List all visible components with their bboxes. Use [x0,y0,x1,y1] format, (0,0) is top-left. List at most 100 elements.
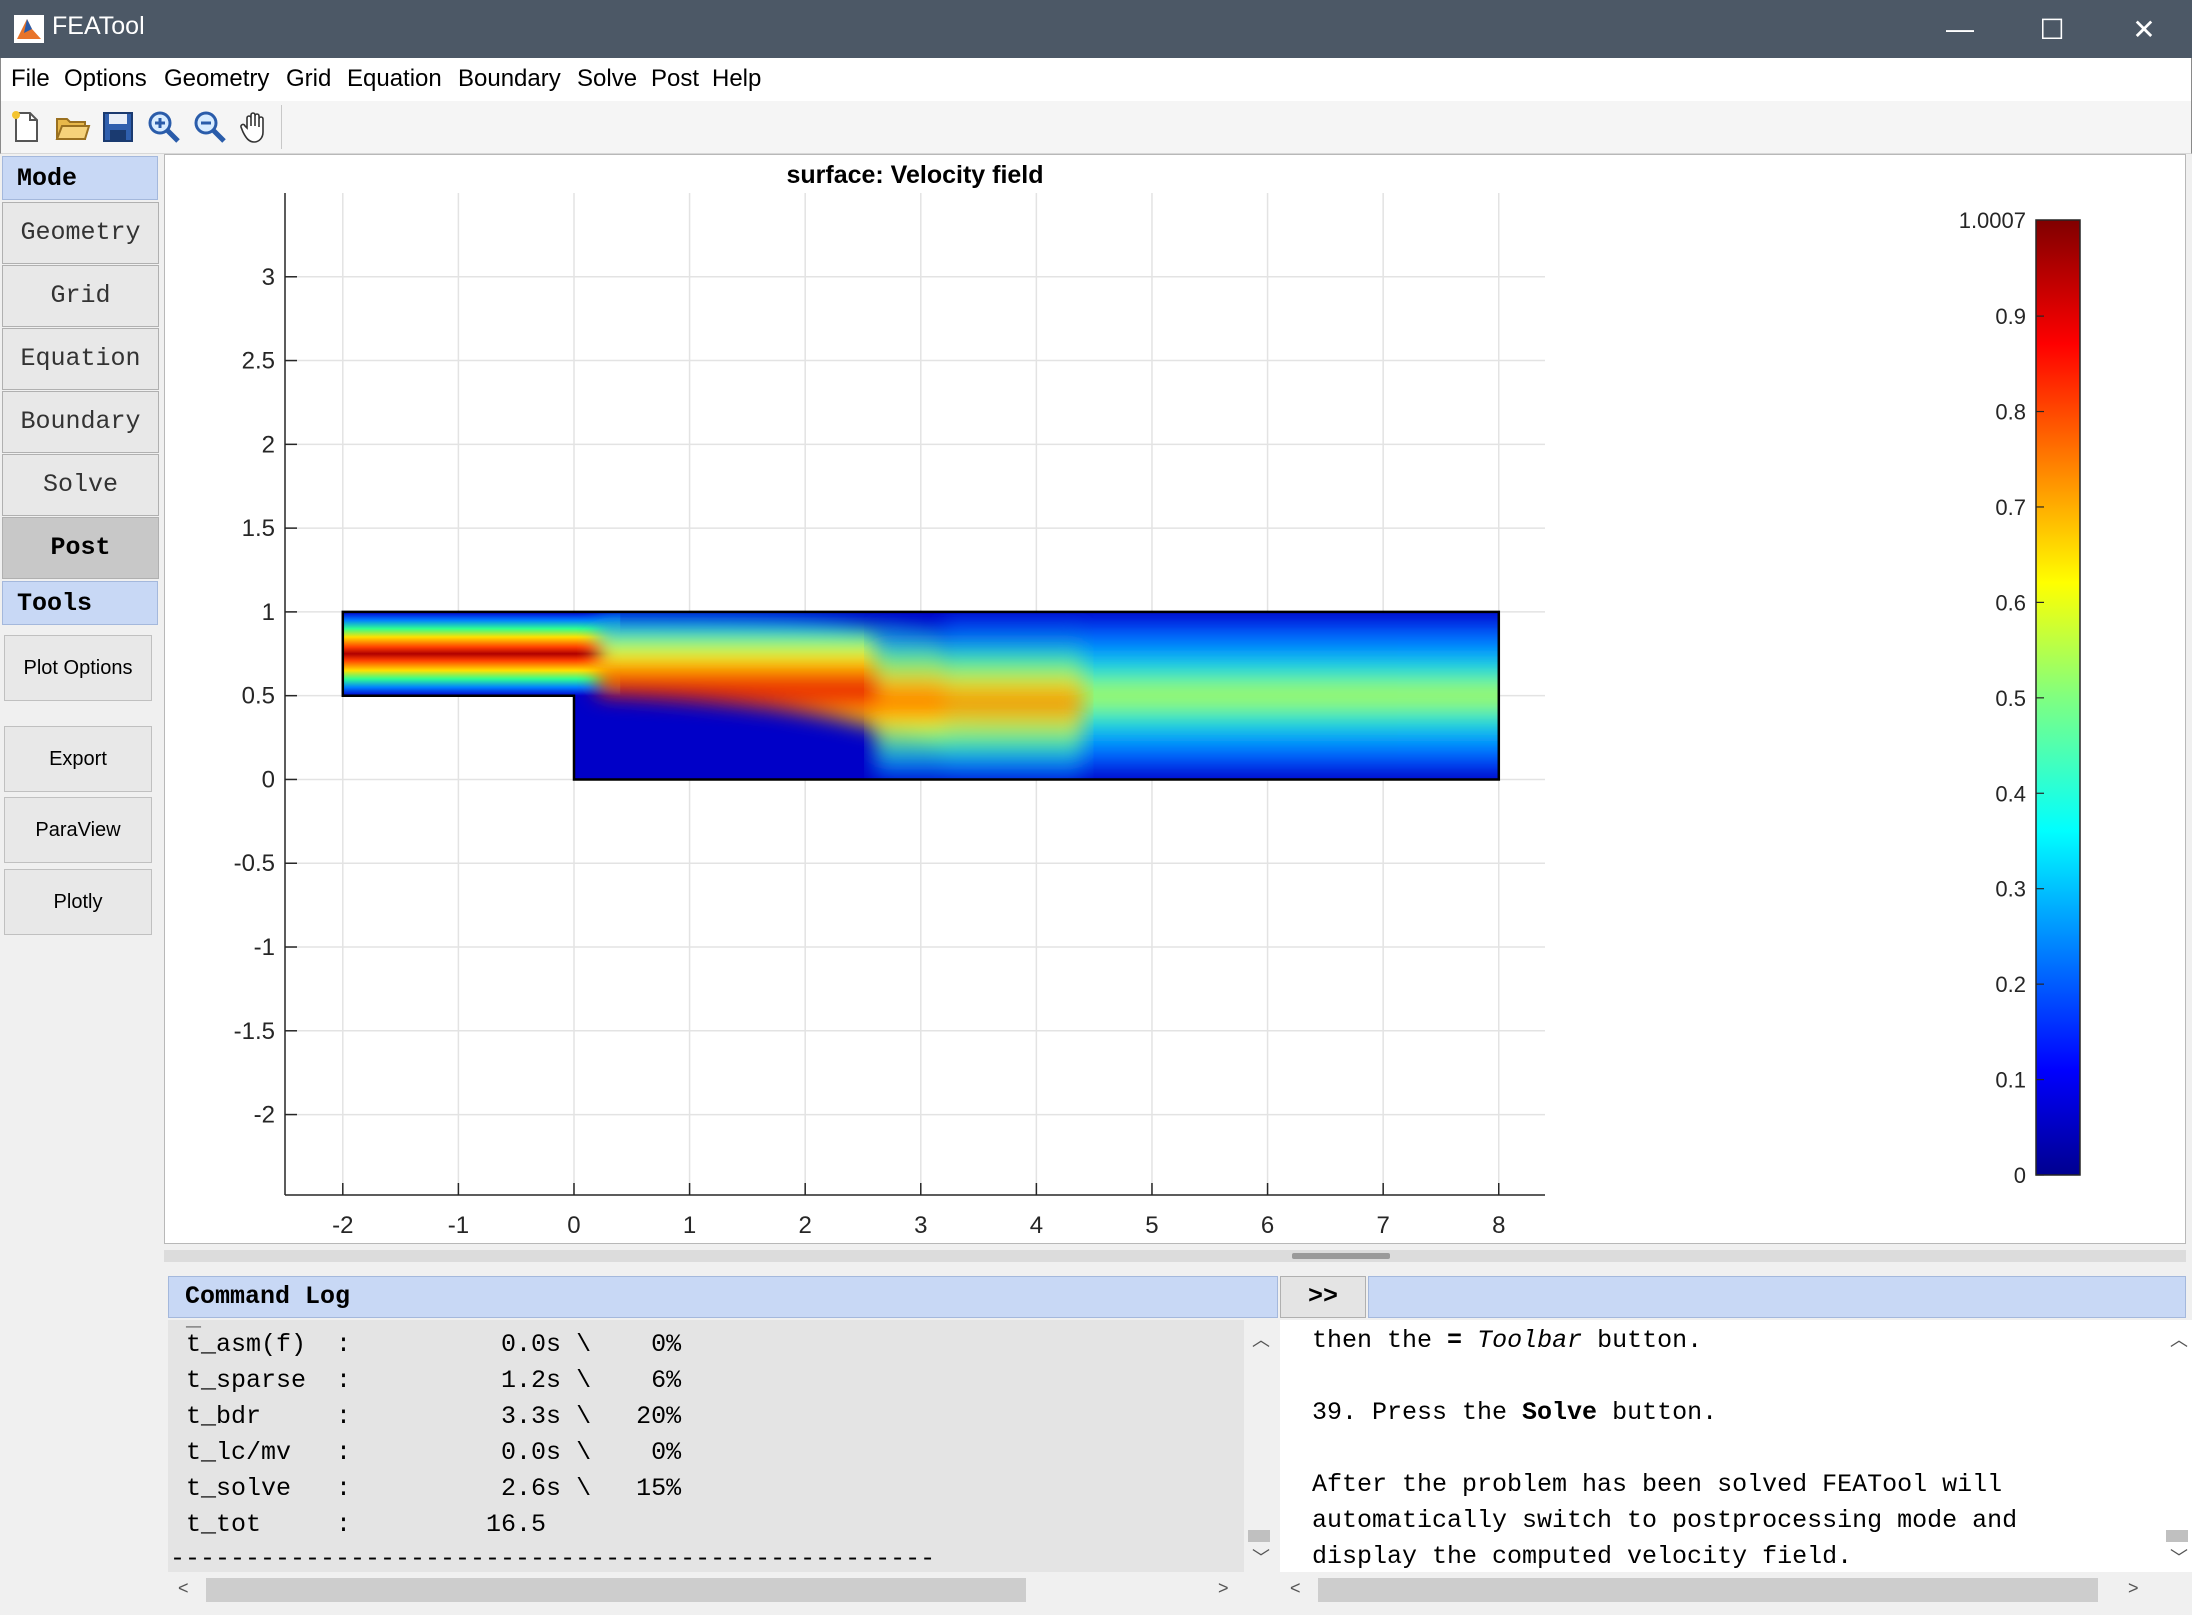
plotly-button[interactable]: Plotly [4,869,152,935]
save-icon[interactable] [99,108,137,146]
title-bar: FEATool — ☐ ✕ [0,0,2192,58]
y-tick-label: 2 [262,431,275,458]
mode-geometry-button[interactable]: Geometry [2,202,159,264]
export-button[interactable]: Export [4,726,152,792]
colorbar: 1.0007 0.9 0.8 0.7 0.6 0.5 0.4 0.3 0.2 0.1 0 [1959,208,2081,1188]
y-tick-label: 2.5 [242,348,275,375]
field-inlet-jet [342,611,621,696]
field-transition [874,621,1083,780]
featool-logo-icon [14,15,44,43]
minimize-button[interactable]: — [1914,0,2006,58]
help-horizontal-scrollbar[interactable]: < > [1280,1574,2186,1606]
window-title: FEATool [52,12,145,40]
y-tick-label: 1 [262,599,275,626]
log-line: t_asm(f) : 0.0s \ 0% [186,1330,682,1359]
x-tick-label: 7 [1376,1212,1389,1239]
scroll-thumb[interactable] [1318,1578,2098,1602]
x-tick-label: 5 [1145,1212,1158,1239]
colorbar-tick-label: 0.2 [1995,972,2026,997]
colorbar-tick-label: 0.9 [1995,304,2026,329]
log-vertical-scrollbar[interactable]: ︿ ﹀ [1244,1320,1274,1572]
maximize-button[interactable]: ☐ [2006,0,2098,58]
panel-splitter[interactable] [164,1250,2186,1262]
x-tick-label: 6 [1261,1212,1274,1239]
x-tick-label: 3 [914,1212,927,1239]
y-tick-label: 0.5 [242,683,275,710]
mode-post-button[interactable]: Post [2,517,159,579]
pan-hand-icon[interactable] [237,108,275,146]
paraview-button[interactable]: ParaView [4,797,152,863]
velocity-field-surface [342,611,1499,780]
mode-grid-button[interactable]: Grid [2,265,159,327]
scroll-thumb[interactable] [1248,1530,1270,1542]
menu-bar: File Options Geometry Grid Equation Boun… [0,58,2192,101]
y-tick-label: -0.5 [234,850,275,877]
x-tick-label: 4 [1030,1212,1043,1239]
zoom-in-icon[interactable] [145,108,183,146]
toolbar-separator [281,105,282,149]
help-line: automatically switch to postprocessing m… [1312,1506,2018,1535]
open-folder-icon[interactable] [53,108,91,146]
mode-header: Mode [2,156,158,200]
menu-solve[interactable]: Solve [577,65,637,93]
mode-equation-button[interactable]: Equation [2,328,159,390]
scroll-up-icon[interactable]: ︿ [1252,1326,1270,1352]
scroll-down-icon[interactable]: ﹀ [1252,1544,1270,1570]
scroll-thumb[interactable] [206,1578,1026,1602]
x-tick-label: 8 [1492,1212,1505,1239]
y-tick-label: 1.5 [242,515,275,542]
menu-grid[interactable]: Grid [286,65,331,93]
scroll-down-icon[interactable]: ﹀ [2170,1544,2188,1570]
mode-solve-button[interactable]: Solve [2,454,159,516]
x-tick-label: -1 [448,1212,469,1239]
log-separator: ----------------------------------------… [170,1544,936,1572]
colorbar-tick-label: 0 [2014,1163,2026,1188]
log-line: t_sparse : 1.2s \ 6% [186,1366,682,1395]
colorbar-tick-label: 0.1 [1995,1068,2026,1093]
help-text-panel[interactable]: then the = Toolbar button. 39. Press the… [1280,1320,2162,1572]
plot-options-button[interactable]: Plot Options [4,635,152,701]
scroll-left-icon[interactable]: < [178,1578,189,1599]
y-tick-label: -2 [254,1102,275,1129]
colorbar-max-label: 1.0007 [1959,208,2026,233]
menu-options[interactable]: Options [64,65,147,93]
log-line: t_tot : 16.5 [186,1510,547,1539]
scroll-right-icon[interactable]: > [1218,1578,1229,1599]
help-line: display the computed velocity field. [1312,1542,1853,1571]
log-horizontal-scrollbar[interactable]: < > [168,1574,1244,1606]
scroll-up-icon[interactable]: ︿ [2170,1326,2188,1352]
expand-help-button[interactable]: >> [1280,1276,1366,1318]
log-line: t_bdr : 3.3s \ 20% [186,1402,682,1431]
x-tick-label: -2 [332,1212,353,1239]
command-log-header: Command Log [168,1276,1278,1318]
close-button[interactable]: ✕ [2098,0,2190,58]
menu-help[interactable]: Help [712,65,761,93]
menu-file[interactable]: File [11,65,50,93]
scroll-left-icon[interactable]: < [1290,1578,1301,1599]
mode-boundary-button[interactable]: Boundary [2,391,159,453]
log-line: t_solve : 2.6s \ 15% [186,1474,682,1503]
plot-panel: surface: Velocity field -2 -1 0 1 2 3 4 5 6 7 8 3 2.… [164,154,2186,1244]
velocity-plot[interactable]: surface: Velocity field -2 -1 0 1 2 3 4 5 6 7 8 3 2.… [165,155,2185,1243]
menu-post[interactable]: Post [651,65,699,93]
scroll-right-icon[interactable]: > [2128,1578,2139,1599]
x-tick-label: 1 [683,1212,696,1239]
menu-boundary[interactable]: Boundary [458,65,561,93]
colorbar-tick-label: 0.6 [1995,590,2026,615]
help-vertical-scrollbar[interactable]: ︿ ﹀ [2162,1320,2192,1572]
help-line: then the = Toolbar button. [1312,1326,1703,1355]
colorbar-tick-label: 0.5 [1995,686,2026,711]
colorbar-tick-label: 0.4 [1995,781,2026,806]
new-file-icon[interactable] [7,108,45,146]
command-log[interactable]: _ t_asm(f) : 0.0s \ 0% t_sparse : 1.2s \… [168,1320,1244,1572]
y-tick-label: -1 [254,934,275,961]
colorbar-tick-label: 0.3 [1995,877,2026,902]
menu-geometry[interactable]: Geometry [164,65,269,93]
x-tick-label: 2 [799,1212,812,1239]
splitter-handle[interactable] [1292,1253,1390,1259]
scroll-thumb[interactable] [2166,1530,2188,1542]
log-line: t_lc/mv : 0.0s \ 0% [186,1438,682,1467]
y-tick-label: 3 [262,264,275,291]
menu-equation[interactable]: Equation [347,65,442,93]
zoom-out-icon[interactable] [191,108,229,146]
